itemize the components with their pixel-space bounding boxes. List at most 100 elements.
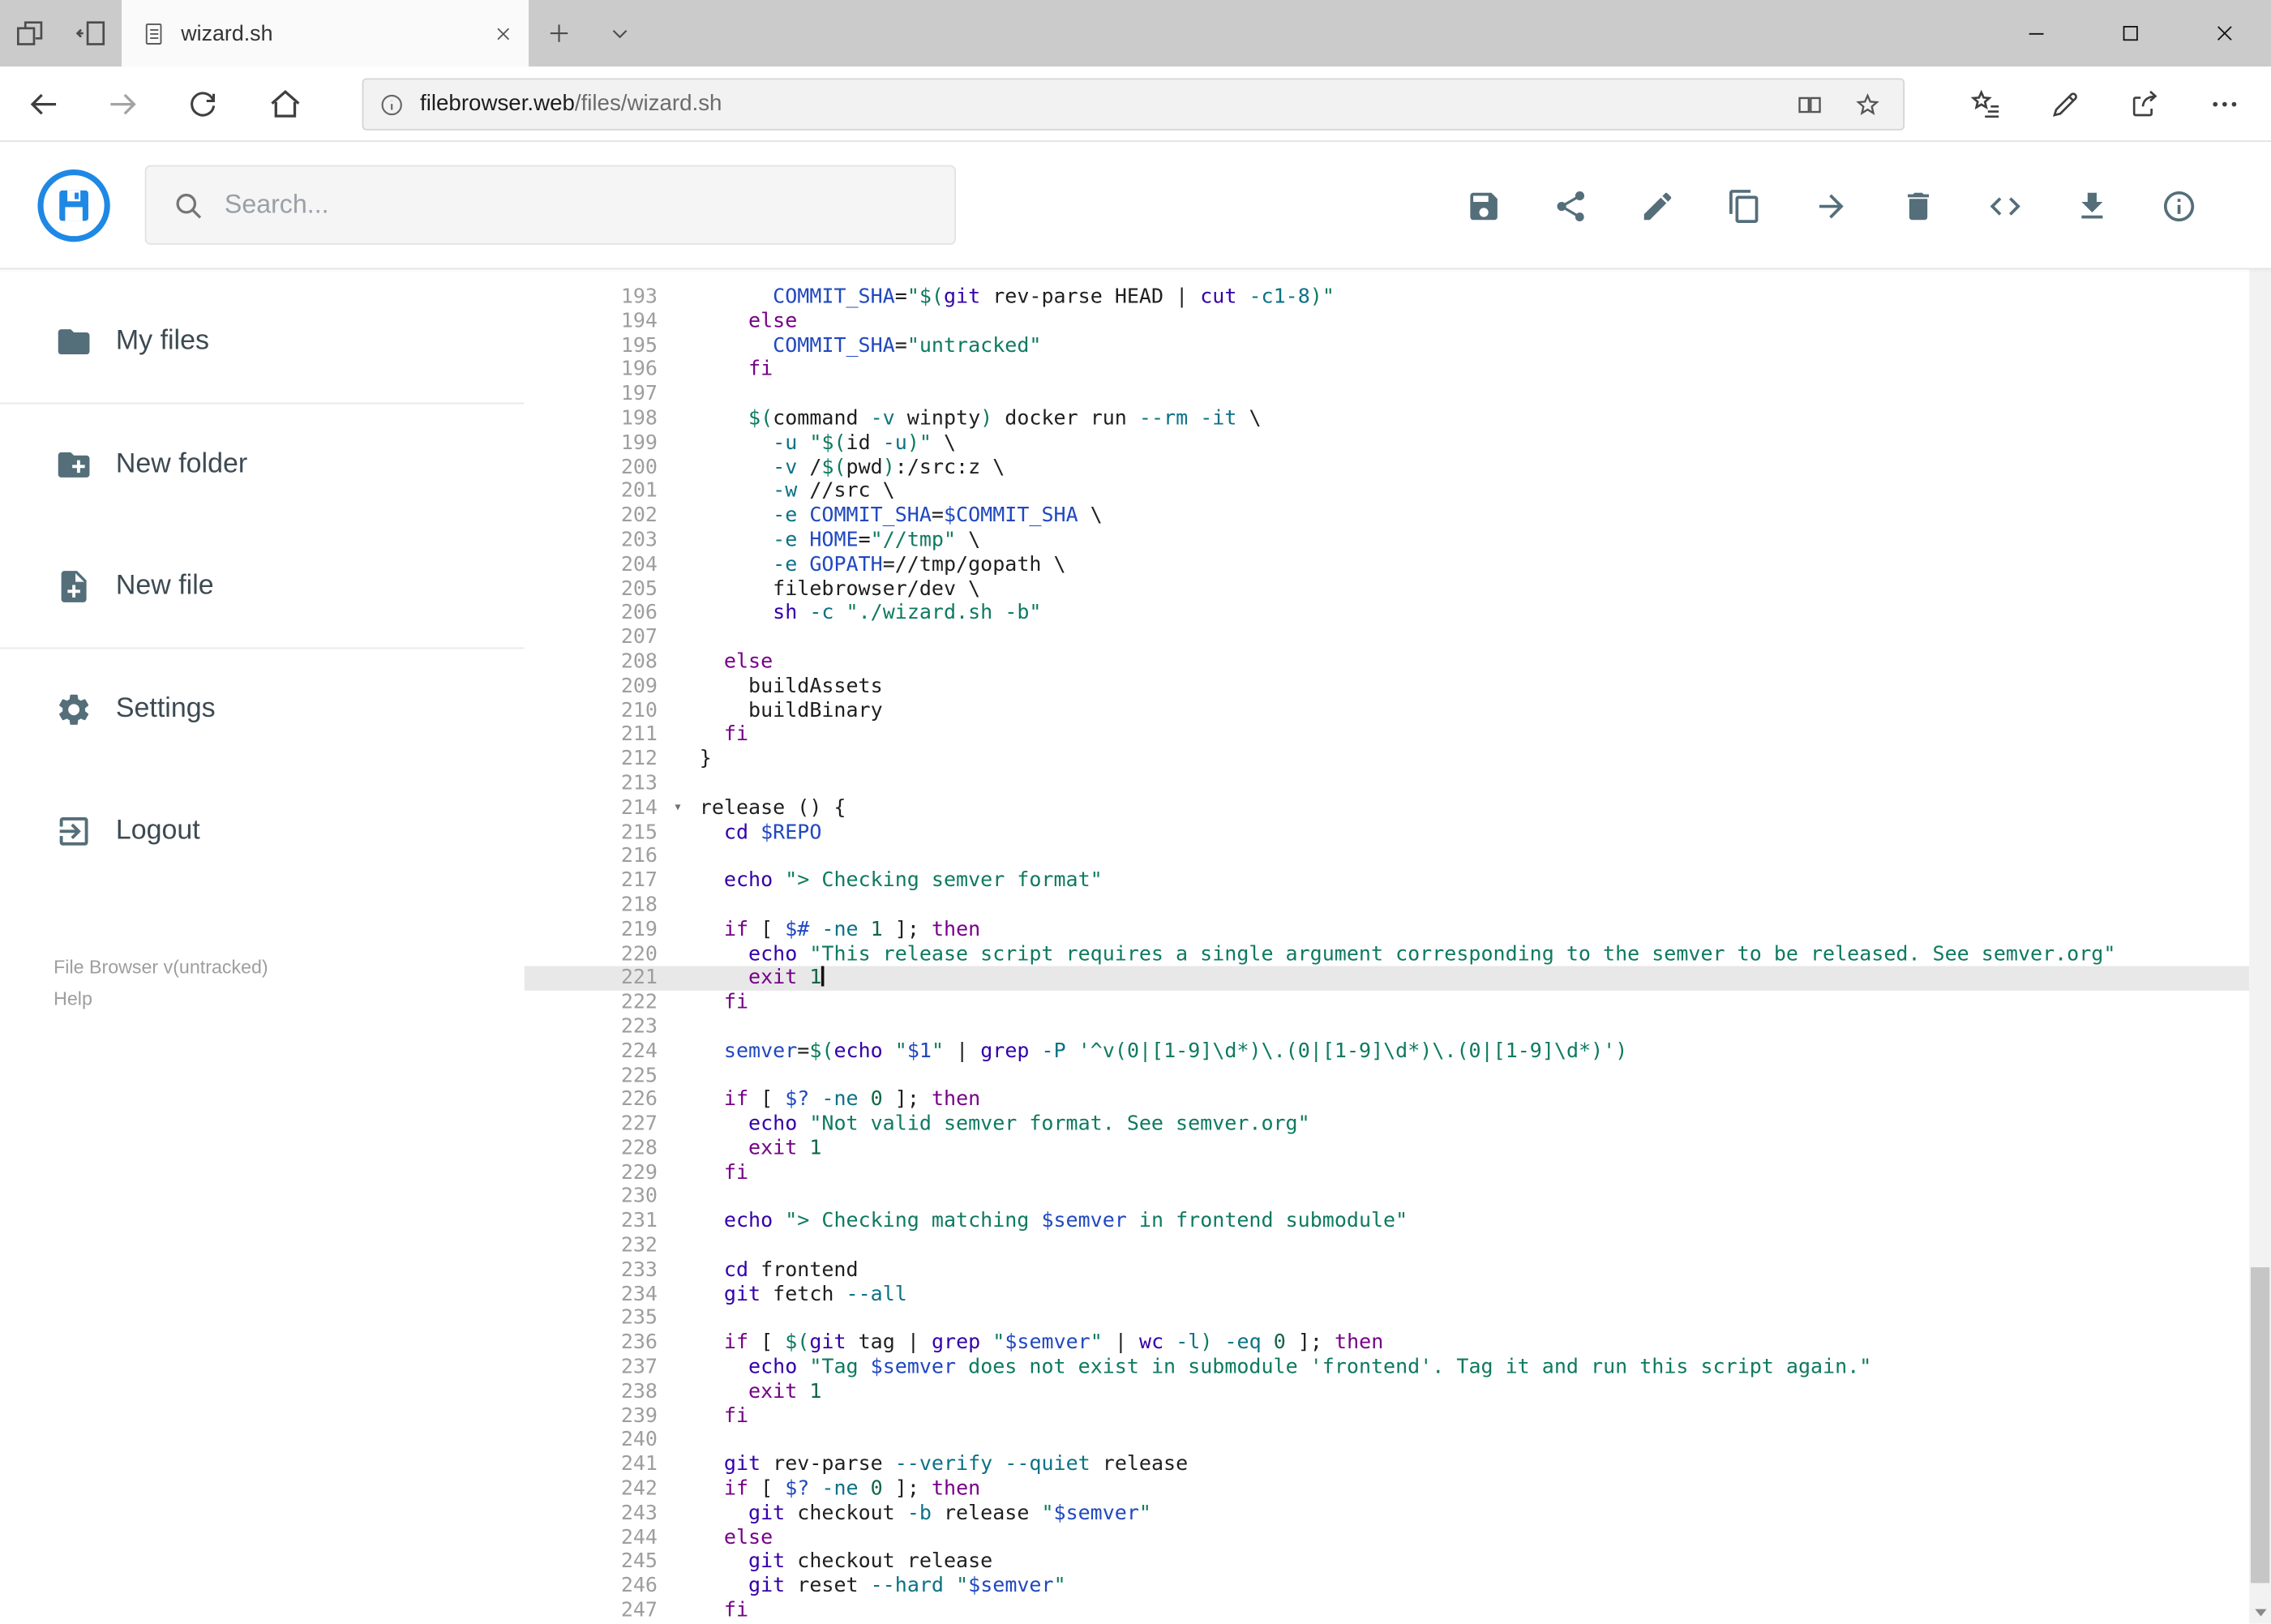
code-line-content[interactable]: if [ $? -ne 0 ]; then bbox=[669, 1477, 980, 1502]
code-line-content[interactable]: if [ $# -ne 1 ]; then bbox=[669, 918, 980, 942]
code-line[interactable]: 215 cd $REPO bbox=[525, 821, 2250, 845]
code-line[interactable]: 243 git checkout -b release "$semver" bbox=[525, 1502, 2250, 1526]
code-line[interactable]: 218 bbox=[525, 893, 2250, 918]
scroll-down-button[interactable] bbox=[2249, 1601, 2271, 1624]
code-line-content[interactable] bbox=[669, 626, 700, 650]
code-line[interactable]: 193 COMMIT_SHA="$(git rev-parse HEAD | c… bbox=[525, 285, 2250, 310]
code-line-content[interactable]: echo "Not valid semver format. See semve… bbox=[669, 1112, 1310, 1137]
code-line-content[interactable]: exit 1 bbox=[669, 1137, 821, 1161]
code-line[interactable]: 212} bbox=[525, 748, 2250, 772]
info-button[interactable] bbox=[2135, 162, 2222, 249]
code-line-content[interactable]: -e HOME="//tmp" \ bbox=[669, 529, 980, 553]
code-line[interactable]: 247 fi bbox=[525, 1599, 2250, 1623]
home-button[interactable] bbox=[254, 72, 318, 136]
code-line-content[interactable]: } bbox=[669, 748, 712, 772]
set-aside-tabs-button[interactable] bbox=[61, 0, 122, 66]
code-line[interactable]: 233 cd frontend bbox=[525, 1258, 2250, 1283]
code-line-content[interactable]: git reset --hard "$semver" bbox=[669, 1575, 1066, 1599]
new-tab-button[interactable] bbox=[529, 0, 589, 66]
address-bar[interactable]: filebrowser.web/files/wizard.sh bbox=[362, 78, 1905, 131]
code-line[interactable]: 242 if [ $? -ne 0 ]; then bbox=[525, 1477, 2250, 1502]
code-line[interactable]: 232 bbox=[525, 1234, 2250, 1258]
code-line[interactable]: 210 buildBinary bbox=[525, 699, 2250, 723]
code-line-content[interactable]: git rev-parse --verify --quiet release bbox=[669, 1453, 1188, 1477]
code-line[interactable]: 224 semver=$(echo "$1" | grep -P '^v(0|[… bbox=[525, 1039, 2250, 1064]
code-line[interactable]: 206 sh -c "./wizard.sh -b" bbox=[525, 602, 2250, 626]
code-line[interactable]: 235 bbox=[525, 1307, 2250, 1331]
code-line[interactable]: 200 -v /$(pwd):/src:z \ bbox=[525, 456, 2250, 480]
code-line-content[interactable]: -e COMMIT_SHA=$COMMIT_SHA \ bbox=[669, 504, 1103, 529]
code-line[interactable]: 195 COMMIT_SHA="untracked" bbox=[525, 334, 2250, 358]
code-line-content[interactable]: else bbox=[669, 310, 797, 334]
sidebar-item-new-folder[interactable]: New folder bbox=[0, 404, 525, 525]
code-line-content[interactable]: cd frontend bbox=[669, 1258, 859, 1283]
download-button[interactable] bbox=[2048, 162, 2135, 249]
code-line-content[interactable] bbox=[669, 1307, 700, 1331]
code-line-content[interactable]: if [ $(git tag | grep "$semver" | wc -l)… bbox=[669, 1331, 1383, 1356]
code-line[interactable]: 228 exit 1 bbox=[525, 1137, 2250, 1161]
refresh-button[interactable] bbox=[171, 72, 235, 136]
site-info-icon[interactable] bbox=[378, 91, 405, 118]
code-line[interactable]: 240 bbox=[525, 1429, 2250, 1453]
code-line-content[interactable]: echo "> Checking semver format" bbox=[669, 869, 1103, 893]
code-line-content[interactable]: fi bbox=[669, 358, 773, 383]
code-line-content[interactable]: else bbox=[669, 1526, 773, 1550]
code-line-content[interactable]: echo "Tag $semver does not exist in subm… bbox=[669, 1356, 1871, 1380]
code-line[interactable]: 205 filebrowser/dev \ bbox=[525, 577, 2250, 602]
code-line[interactable]: 223 bbox=[525, 1015, 2250, 1039]
code-line-content[interactable]: release () { bbox=[669, 796, 846, 821]
code-line[interactable]: 221 exit 1 bbox=[524, 966, 2250, 992]
rename-button[interactable] bbox=[1613, 162, 1700, 249]
code-line[interactable]: 226 if [ $? -ne 0 ]; then bbox=[525, 1088, 2250, 1112]
code-editor[interactable]: 193 COMMIT_SHA="$(git rev-parse HEAD | c… bbox=[524, 269, 2250, 1624]
file-browser-logo[interactable] bbox=[36, 168, 112, 243]
code-line[interactable]: 234 git fetch --all bbox=[525, 1283, 2250, 1307]
code-line[interactable]: 229 fi bbox=[525, 1161, 2250, 1185]
code-line-content[interactable]: -v /$(pwd):/src:z \ bbox=[669, 456, 1005, 480]
code-line[interactable]: 241 git rev-parse --verify --quiet relea… bbox=[525, 1453, 2250, 1477]
code-line-content[interactable]: buildAssets bbox=[669, 675, 883, 699]
code-line-content[interactable]: fi bbox=[669, 1404, 748, 1429]
code-line[interactable]: 220 echo "This release script requires a… bbox=[525, 942, 2250, 966]
copy-button[interactable] bbox=[1700, 162, 1787, 249]
more-menu-button[interactable] bbox=[2196, 72, 2253, 136]
code-line[interactable]: 231 echo "> Checking matching $semver in… bbox=[525, 1210, 2250, 1234]
code-line-content[interactable]: exit 1 bbox=[669, 966, 825, 991]
code-line[interactable]: 219 if [ $# -ne 1 ]; then bbox=[525, 918, 2250, 942]
reading-view-button[interactable] bbox=[1787, 83, 1831, 126]
code-line[interactable]: 214 ▾ release () { bbox=[525, 796, 2250, 821]
code-line-content[interactable]: sh -c "./wizard.sh -b" bbox=[669, 602, 1041, 626]
share-page-button[interactable] bbox=[2113, 72, 2177, 136]
code-line-content[interactable] bbox=[669, 1015, 700, 1039]
code-line-content[interactable]: fi bbox=[669, 1599, 748, 1623]
code-line[interactable]: 196 fi bbox=[525, 358, 2250, 383]
scrollbar-thumb[interactable] bbox=[2250, 1267, 2270, 1583]
code-line-content[interactable]: semver=$(echo "$1" | grep -P '^v(0|[1-9]… bbox=[669, 1039, 1627, 1064]
code-line[interactable]: 217 echo "> Checking semver format" bbox=[525, 869, 2250, 893]
code-line[interactable]: 244 else bbox=[525, 1526, 2250, 1550]
code-line-content[interactable] bbox=[669, 893, 700, 918]
code-line[interactable]: 207 bbox=[525, 626, 2250, 650]
code-line-content[interactable]: buildBinary bbox=[669, 699, 883, 723]
code-line-content[interactable] bbox=[669, 1429, 700, 1453]
code-line[interactable]: 238 exit 1 bbox=[525, 1380, 2250, 1404]
code-line-content[interactable]: echo "> Checking matching $semver in fro… bbox=[669, 1210, 1408, 1234]
code-line[interactable]: 204 -e GOPATH=//tmp/gopath \ bbox=[525, 553, 2250, 577]
code-line-content[interactable]: -e GOPATH=//tmp/gopath \ bbox=[669, 553, 1065, 577]
code-line-content[interactable]: $(command -v winpty) docker run --rm -it… bbox=[669, 407, 1262, 431]
favorite-star-button[interactable] bbox=[1845, 83, 1889, 126]
browser-tab[interactable]: wizard.sh bbox=[122, 0, 529, 67]
code-line[interactable]: 202 -e COMMIT_SHA=$COMMIT_SHA \ bbox=[525, 504, 2250, 529]
share-button[interactable] bbox=[1527, 162, 1613, 249]
code-line-content[interactable]: fi bbox=[669, 1161, 748, 1185]
code-line-content[interactable]: git checkout release bbox=[669, 1550, 992, 1575]
sidebar-item-new-file[interactable]: New file bbox=[0, 525, 525, 647]
code-line[interactable]: 198 $(command -v winpty) docker run --rm… bbox=[525, 407, 2250, 431]
code-line[interactable]: 216 bbox=[525, 845, 2250, 869]
code-line[interactable]: 201 -w //src \ bbox=[525, 480, 2250, 504]
code-line-content[interactable]: else bbox=[669, 650, 773, 675]
code-line[interactable]: 203 -e HOME="//tmp" \ bbox=[525, 529, 2250, 553]
tab-close-icon[interactable] bbox=[492, 23, 514, 45]
code-line[interactable]: 197 bbox=[525, 383, 2250, 407]
back-button[interactable] bbox=[11, 72, 75, 136]
